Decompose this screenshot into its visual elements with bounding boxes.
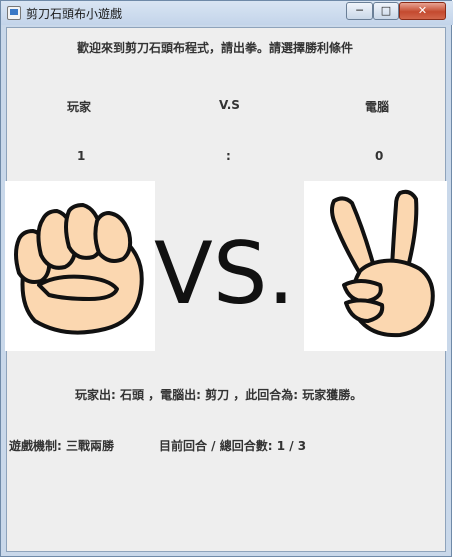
game-panel: 歡迎來到剪刀石頭布程式，請出拳。請選擇勝利條件 玩家 V.S 電腦 1 : 0 xyxy=(5,27,447,552)
welcome-label: 歡迎來到剪刀石頭布程式，請出拳。請選擇勝利條件 xyxy=(77,41,354,55)
player-score: 1 xyxy=(77,149,86,163)
round-result-label: 玩家出: 石頭 ，電腦出: 剪刀 ，此回合為: 玩家獲勝。 xyxy=(75,388,363,402)
computer-label: 電腦 xyxy=(365,100,390,114)
computer-hand-image xyxy=(304,181,447,351)
computer-score: 0 xyxy=(375,149,384,163)
score-separator: : xyxy=(226,149,231,163)
maximize-button[interactable]: □ xyxy=(373,2,399,20)
window-title: 剪刀石頭布小遊戲 xyxy=(26,7,123,21)
vs-graphic: VS. xyxy=(154,224,295,318)
player-label: 玩家 xyxy=(67,100,92,114)
close-button[interactable]: ✕ xyxy=(399,2,446,20)
app-icon xyxy=(7,6,21,20)
title-bar[interactable]: 剪刀石頭布小遊戲 ─ □ ✕ xyxy=(1,1,453,25)
vs-label: V.S xyxy=(219,98,240,112)
rock-hand-icon xyxy=(14,203,144,335)
app-window: 剪刀石頭布小遊戲 ─ □ ✕ 歡迎來到剪刀石頭布程式，請出拳。請選擇勝利條件 玩… xyxy=(0,0,453,557)
minimize-button[interactable]: ─ xyxy=(346,2,373,20)
vs-graphic-text: VS. xyxy=(154,224,295,318)
player-hand-image xyxy=(5,181,155,351)
scissors-hand-icon xyxy=(330,189,435,338)
round-counter-label: 目前回合 / 總回合數: 1 / 3 xyxy=(159,439,307,453)
game-mode-label: 遊戲機制: 三戰兩勝 xyxy=(9,439,114,453)
